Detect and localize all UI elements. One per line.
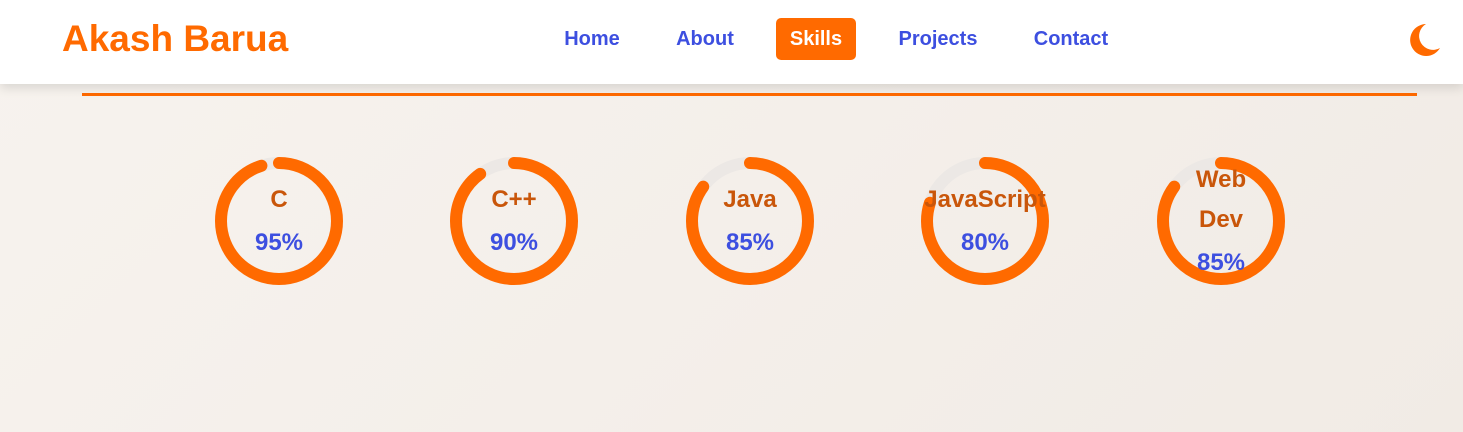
navbar: Akash Barua Home About Skills Projects C… bbox=[0, 0, 1463, 84]
skill-percent: 85% bbox=[725, 229, 775, 256]
skill-name-line: Web bbox=[1195, 166, 1247, 193]
skill-progress-ring bbox=[686, 157, 814, 285]
theme-toggle-button[interactable] bbox=[1404, 20, 1444, 60]
skill-name: JavaScript bbox=[924, 186, 1046, 213]
skill-progress-ring bbox=[921, 157, 1049, 285]
skill-name: Java bbox=[723, 186, 777, 213]
skill-percent: 85% bbox=[1196, 249, 1246, 276]
nav-link-skills[interactable]: Skills bbox=[776, 18, 856, 60]
skill-card: C 95% bbox=[214, 156, 344, 286]
skill-name: C bbox=[270, 186, 288, 213]
skill-card: Java 85% bbox=[685, 156, 815, 286]
nav-link-home[interactable]: Home bbox=[556, 18, 628, 60]
nav-link-about[interactable]: About bbox=[668, 18, 742, 60]
skill-percent: 90% bbox=[489, 229, 539, 256]
skill-progress-ring bbox=[450, 157, 578, 285]
skill-card: C++ 90% bbox=[449, 156, 579, 286]
skill-progress-ring bbox=[215, 157, 343, 285]
skill-card: JavaScript 80% bbox=[920, 156, 1050, 286]
nav-link-contact[interactable]: Contact bbox=[1024, 18, 1118, 60]
skill-name: C++ bbox=[491, 186, 537, 213]
skill-percent: 95% bbox=[254, 229, 304, 256]
skill-percent: 80% bbox=[960, 229, 1010, 256]
section-divider bbox=[82, 93, 1417, 96]
brand-logo-text[interactable]: Akash Barua bbox=[62, 18, 288, 60]
nav-link-projects[interactable]: Projects bbox=[890, 18, 986, 60]
skill-card: Web Dev 85% bbox=[1156, 156, 1286, 286]
moon-icon bbox=[1410, 24, 1440, 56]
skill-name-line: Dev bbox=[1198, 206, 1244, 233]
